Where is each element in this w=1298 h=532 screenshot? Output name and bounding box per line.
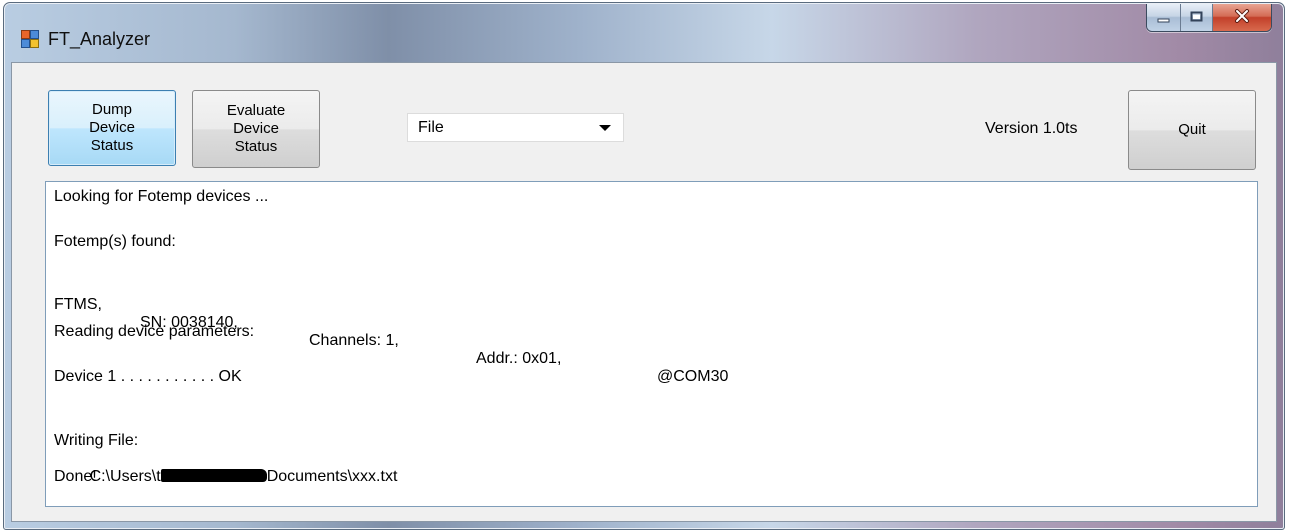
maximize-button[interactable] [1181, 4, 1213, 31]
log-output[interactable]: Looking for Fotemp devices ... Fotemp(s)… [45, 181, 1258, 507]
app-icon [21, 30, 39, 48]
version-label: Version 1.0ts [985, 120, 1078, 137]
close-icon [1234, 8, 1250, 27]
evaluate-device-status-button[interactable]: Evaluate Device Status [192, 90, 320, 168]
caption-buttons [1146, 4, 1272, 32]
close-button[interactable] [1213, 4, 1271, 31]
log-line-reading: Reading device parameters: [54, 323, 255, 340]
quit-button[interactable]: Quit [1128, 90, 1256, 170]
log-line-device-status: Device 1 . . . . . . . . . . . OK [54, 368, 242, 385]
dump-device-status-button[interactable]: Dump Device Status [48, 90, 176, 166]
log-line-looking: Looking for Fotemp devices ... [54, 188, 269, 205]
path-prefix: C:\Users\t [89, 468, 161, 485]
minimize-icon [1157, 8, 1171, 27]
output-select-value: File [418, 119, 444, 136]
title-bar[interactable]: FT_Analyzer [4, 3, 1284, 61]
device-type: FTMS, [54, 296, 102, 313]
chevron-down-icon[interactable] [599, 125, 611, 131]
log-line-writing: Writing File: [54, 432, 139, 449]
log-line-found: Fotemp(s) found: [54, 233, 176, 250]
path-suffix: Documents\xxx.txt [266, 468, 398, 485]
device-addr: Addr.: 0x01, [476, 350, 562, 367]
window-title: FT_Analyzer [48, 29, 151, 49]
maximize-icon [1190, 8, 1204, 27]
log-line-device: FTMS, SN: 0038140, Channels: 1, Addr.: 0… [54, 278, 1054, 385]
minimize-button[interactable] [1147, 4, 1181, 31]
device-port: @COM30 [657, 368, 729, 385]
app-window: FT_Analyzer Dump Device Status Evaluate … [3, 2, 1285, 530]
client-area: Dump Device Status Evaluate Device Statu… [11, 62, 1277, 522]
device-channels: Channels: 1, [309, 332, 399, 349]
redaction-mark [160, 469, 267, 482]
output-select[interactable]: File [407, 113, 624, 142]
log-line-path: C:\Users\t Documents\xxx.txt [54, 450, 398, 504]
log-line-done: Done! [54, 468, 97, 485]
